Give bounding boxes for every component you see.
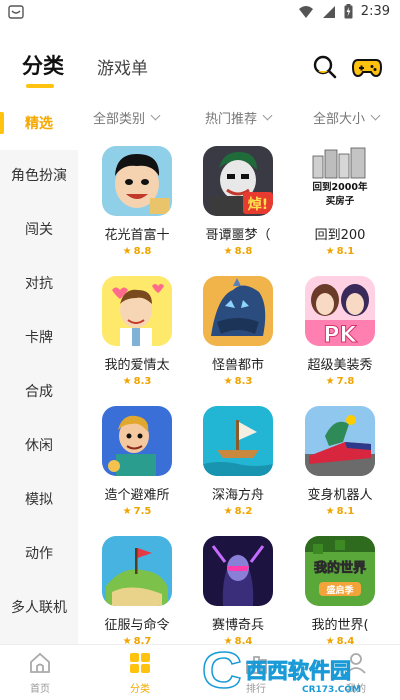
svg-text:PK: PK (323, 323, 357, 346)
filter-all-categories[interactable]: 全部类别 (93, 108, 161, 127)
star-icon: ★ (122, 376, 132, 387)
game-rating: ★ 7.8 (325, 376, 355, 387)
joker-icon: 焯! (203, 146, 273, 216)
status-time: 2:39 (360, 4, 390, 19)
game-name: 哥谭噩梦（ (205, 228, 271, 243)
game-name: 造个避难所 (104, 488, 170, 503)
pk-girls-icon: PK (305, 276, 375, 346)
game-name: 变身机器人 (307, 488, 373, 503)
game-card[interactable]: 花光首富十 ★ 8.8 (87, 146, 187, 264)
game-rating: ★ 8.3 (122, 376, 152, 387)
game-name: 我的爱情太 (104, 358, 170, 373)
svg-text:焯!: 焯! (248, 196, 268, 213)
sidebar-item-versus[interactable]: 对抗 (0, 256, 78, 310)
sidebar-item-simulation[interactable]: 模拟 (0, 472, 78, 526)
status-bar: 2:39 (0, 0, 400, 26)
game-name: 花光首富十 (104, 228, 170, 243)
game-card[interactable]: PK 超级美装秀 ★ 7.8 (290, 276, 390, 394)
gamepad-icon[interactable] (352, 54, 382, 80)
game-name: 回到200 (314, 228, 366, 243)
star-icon: ★ (325, 506, 335, 517)
tab-active-indicator (26, 84, 54, 88)
game-rating: ★ 8.2 (223, 506, 253, 517)
sidebar-item-rpg[interactable]: 角色扮演 (0, 148, 78, 202)
game-card[interactable]: 征服与命令 ★ 8.7 (87, 536, 187, 647)
sidebar-item-action[interactable]: 动作 (0, 526, 78, 580)
minecraft-icon: 我的世界 盛启季 (305, 536, 375, 606)
wifi-icon (298, 5, 313, 18)
game-rating: ★ 8.8 (223, 246, 253, 257)
filter-all-sizes[interactable]: 全部大小 (313, 108, 381, 127)
sidebar-item-cards[interactable]: 卡牌 (0, 310, 78, 364)
love-cartoon-icon (102, 276, 172, 346)
game-card[interactable]: 赛博奇兵 ★ 8.4 (188, 536, 288, 647)
signal-icon (322, 5, 335, 18)
tab-category[interactable]: 分类 (22, 50, 64, 80)
star-icon: ★ (223, 376, 233, 387)
game-card[interactable]: 我的世界 盛启季 我的世界( ★ 8.4 (290, 536, 390, 647)
game-rating: ★ 8.1 (325, 506, 355, 517)
sidebar-item-featured[interactable]: 精选 (0, 96, 78, 150)
game-name: 深海方舟 (211, 488, 264, 503)
category-icon (130, 653, 150, 673)
category-sidebar: 精选 角色扮演 闯关 对抗 卡牌 合成 休闲 模拟 动作 多人联机 (0, 96, 78, 644)
game-card[interactable]: 深海方舟 ★ 8.2 (188, 406, 288, 524)
flag-island-icon (102, 536, 172, 606)
game-name: 征服与命令 (104, 618, 170, 633)
chevron-down-icon (370, 110, 381, 121)
sidebar-item-merge[interactable]: 合成 (0, 364, 78, 418)
star-icon: ★ (325, 376, 335, 387)
game-name: 我的世界( (311, 618, 369, 633)
raft-icon (203, 406, 273, 476)
nav-category[interactable]: 分类 (110, 651, 170, 695)
star-icon: ★ (122, 246, 132, 257)
nav-home[interactable]: 首页 (10, 651, 70, 695)
game-card[interactable]: 造个避难所 ★ 7.5 (87, 406, 187, 524)
game-card[interactable]: 我的爱情太 ★ 8.3 (87, 276, 187, 394)
cyber-warrior-icon (203, 536, 273, 606)
star-icon: ★ (122, 506, 132, 517)
game-rating: ★ 8.8 (122, 246, 152, 257)
svg-text:CR173.COM: CR173.COM (302, 685, 361, 694)
game-card[interactable]: 怪兽都市 ★ 8.3 (188, 276, 288, 394)
game-rating: ★ 8.1 (325, 246, 355, 257)
watermark-logo: 西西软件园 CR173.COM (203, 651, 361, 694)
sidebar-item-multiplayer[interactable]: 多人联机 (0, 580, 78, 634)
cartoon-rich-man-icon (102, 146, 172, 216)
star-icon: ★ (223, 246, 233, 257)
game-card[interactable]: 变身机器人 ★ 8.1 (290, 406, 390, 524)
monster-icon (203, 276, 273, 346)
sidebar-item-levels[interactable]: 闯关 (0, 202, 78, 256)
game-card[interactable]: 回到2000年 买房子 回到200 ★ 8.1 (290, 146, 390, 264)
shelter-man-icon (102, 406, 172, 476)
svg-text:盛启季: 盛启季 (326, 584, 354, 596)
sidebar-item-casual[interactable]: 休闲 (0, 418, 78, 472)
filter-hot-recommend[interactable]: 热门推荐 (205, 108, 273, 127)
svg-text:买房子: 买房子 (326, 195, 355, 207)
game-rating: ★ 8.3 (223, 376, 253, 387)
search-icon[interactable] (312, 54, 338, 80)
svg-text:回到2000年: 回到2000年 (313, 181, 368, 193)
game-name: 赛博奇兵 (211, 618, 264, 633)
tab-game-list[interactable]: 游戏单 (97, 54, 148, 79)
app-notification-icon (8, 5, 24, 19)
robot-train-icon (305, 406, 375, 476)
buildings-icon: 回到2000年 买房子 (305, 146, 375, 216)
game-card[interactable]: 焯! 哥谭噩梦（ ★ 8.8 (188, 146, 288, 264)
star-icon: ★ (223, 506, 233, 517)
svg-text:我的世界: 我的世界 (314, 560, 366, 576)
svg-text:西西软件园: 西西软件园 (246, 659, 351, 683)
battery-icon (344, 4, 353, 19)
game-name: 怪兽都市 (211, 358, 264, 373)
chevron-down-icon (262, 110, 273, 121)
home-icon (30, 652, 50, 673)
game-name: 超级美装秀 (307, 358, 373, 373)
game-rating: ★ 7.5 (122, 506, 152, 517)
top-header: 分类 游戏单 (0, 40, 400, 96)
chevron-down-icon (150, 110, 161, 121)
star-icon: ★ (325, 246, 335, 257)
